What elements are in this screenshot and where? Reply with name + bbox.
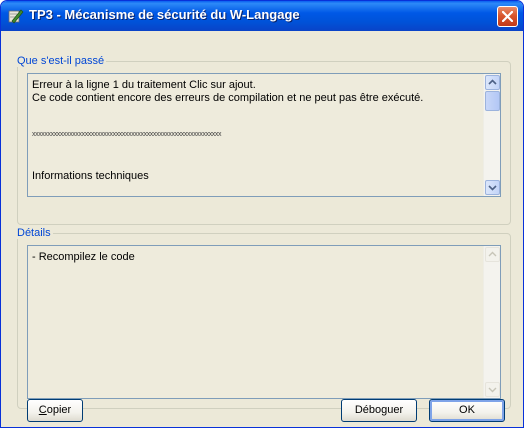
scroll-up-arrow-icon [488, 79, 497, 85]
windev-app-icon [8, 8, 24, 24]
close-button[interactable] [497, 6, 518, 27]
details-textbox[interactable]: - Recompilez le code [27, 245, 501, 399]
details-scroll-down-button[interactable] [485, 382, 500, 397]
scroll-down-arrow-icon [488, 387, 497, 393]
ok-button[interactable]: OK [429, 399, 505, 422]
scroll-up-arrow-icon [488, 251, 497, 257]
details-scrollbar[interactable] [483, 246, 500, 398]
title-bar[interactable]: TP3 - Mécanisme de sécurité du W-Langage [1, 1, 523, 31]
details-scroll-up-button[interactable] [485, 247, 500, 262]
what-happened-textbox[interactable]: Erreur à la ligne 1 du traitement Clic s… [27, 73, 501, 197]
what-happened-legend: Que s'est-il passé [17, 55, 105, 67]
copy-button[interactable]: Copier [27, 399, 83, 422]
scroll-thumb[interactable] [485, 91, 500, 111]
scroll-up-button[interactable] [485, 75, 500, 90]
debug-button[interactable]: Déboguer [341, 399, 417, 422]
scroll-down-arrow-icon [488, 185, 497, 191]
separator-line: xxxxxxxxxxxxxxxxxxxxxxxxxxxxxxxxxxxxxxxx… [32, 131, 222, 138]
copy-accelerator: C [38, 404, 47, 416]
copy-label: opier [46, 404, 72, 416]
close-icon [502, 11, 513, 22]
error-line: Erreur à la ligne 1 du traitement Clic s… [32, 79, 256, 91]
dialog-window: TP3 - Mécanisme de sécurité du W-Langage… [0, 0, 524, 428]
details-legend: Détails [17, 227, 51, 239]
compile-error-line: Ce code contient encore des erreurs de c… [32, 92, 424, 104]
technical-info-line: Informations techniques [32, 170, 149, 182]
recompile-line: - Recompilez le code [32, 251, 135, 263]
dialog-client-area: Que s'est-il passé Erreur à la ligne 1 d… [1, 31, 523, 427]
window-title: TP3 - Mécanisme de sécurité du W-Langage [29, 7, 300, 22]
what-happened-scrollbar[interactable] [483, 74, 500, 196]
scroll-down-button[interactable] [485, 180, 500, 195]
